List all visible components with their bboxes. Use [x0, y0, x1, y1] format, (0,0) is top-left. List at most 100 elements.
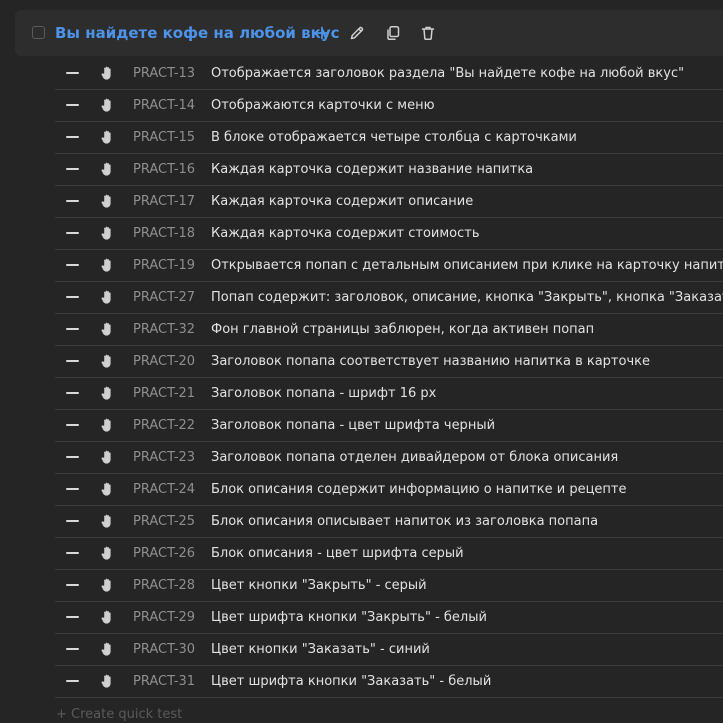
hand-icon	[99, 353, 115, 369]
test-case-title[interactable]: Цвет кнопки "Закрыть" - серый	[211, 570, 427, 601]
test-case-title[interactable]: Отображаются карточки с меню	[211, 90, 435, 121]
hand-icon	[99, 289, 115, 305]
hand-icon	[99, 449, 115, 465]
hand-icon	[99, 129, 115, 145]
test-case-title[interactable]: Заголовок попапа - цвет шрифта черный	[211, 410, 495, 441]
test-case-title[interactable]: Цвет шрифта кнопки "Закрыть" - белый	[211, 602, 487, 633]
test-case-id: PRACT-13	[133, 66, 196, 81]
test-case-title[interactable]: Каждая карточка содержит название напитк…	[211, 154, 533, 185]
test-case-id: PRACT-27	[133, 290, 196, 305]
hand-icon	[99, 225, 115, 241]
minus-icon[interactable]	[66, 680, 79, 682]
minus-icon[interactable]	[66, 264, 79, 266]
suite-checkbox[interactable]	[32, 26, 45, 39]
hand-icon	[99, 577, 115, 593]
test-case-row[interactable]: PRACT-32 Фон главной страницы заблюрен, к…	[55, 314, 723, 346]
test-case-id: PRACT-30	[133, 642, 196, 657]
hand-icon	[99, 417, 115, 433]
test-case-row[interactable]: PRACT-19 Открывается попап с детальным оп…	[55, 250, 723, 282]
suite-title[interactable]: Вы найдете кофе на любой вкус	[55, 23, 340, 43]
minus-icon[interactable]	[66, 488, 79, 490]
hand-icon	[99, 385, 115, 401]
test-case-row[interactable]: PRACT-18 Каждая карточка содержит стоимос…	[55, 218, 723, 250]
test-case-title[interactable]: Заголовок попапа соответствует названию …	[211, 346, 650, 377]
minus-icon[interactable]	[66, 72, 79, 74]
hand-icon	[99, 257, 115, 273]
test-case-id: PRACT-31	[133, 674, 196, 689]
trash-icon[interactable]	[418, 23, 438, 43]
minus-icon[interactable]	[66, 104, 79, 106]
test-case-row[interactable]: PRACT-30 Цвет кнопки "Заказать" - синий	[55, 634, 723, 666]
test-case-title[interactable]: Цвет кнопки "Заказать" - синий	[211, 634, 430, 665]
test-case-id: PRACT-29	[133, 610, 196, 625]
minus-icon[interactable]	[66, 168, 79, 170]
minus-icon[interactable]	[66, 392, 79, 394]
hand-icon	[99, 193, 115, 209]
suite-header: Вы найдете кофе на любой вкус	[15, 10, 723, 56]
minus-icon[interactable]	[66, 584, 79, 586]
test-case-row[interactable]: PRACT-20 Заголовок попапа соответствует н…	[55, 346, 723, 378]
test-case-title[interactable]: Заголовок попапа - шрифт 16 px	[211, 378, 436, 409]
test-case-row[interactable]: PRACT-27 Попап содержит: заголовок, описа…	[55, 282, 723, 314]
minus-icon[interactable]	[66, 520, 79, 522]
test-case-id: PRACT-18	[133, 226, 196, 241]
hand-icon	[99, 513, 115, 529]
test-case-row[interactable]: PRACT-28 Цвет кнопки "Закрыть" - серый	[55, 570, 723, 602]
minus-icon[interactable]	[66, 456, 79, 458]
minus-icon[interactable]	[66, 616, 79, 618]
minus-icon[interactable]	[66, 424, 79, 426]
test-case-title[interactable]: Отображается заголовок раздела "Вы найде…	[211, 58, 684, 89]
test-case-row[interactable]: PRACT-16 Каждая карточка содержит названи…	[55, 154, 723, 186]
minus-icon[interactable]	[66, 136, 79, 138]
minus-icon[interactable]	[66, 552, 79, 554]
test-case-row[interactable]: PRACT-23 Заголовок попапа отделен дивайде…	[55, 442, 723, 474]
hand-icon	[99, 673, 115, 689]
test-case-title[interactable]: Каждая карточка содержит стоимость	[211, 218, 480, 249]
minus-icon[interactable]	[66, 200, 79, 202]
test-case-row[interactable]: PRACT-14 Отображаются карточки с меню	[55, 90, 723, 122]
test-case-title[interactable]: Цвет шрифта кнопки "Заказать" - белый	[211, 666, 491, 697]
copy-icon[interactable]	[383, 23, 403, 43]
pencil-icon[interactable]	[347, 23, 367, 43]
test-case-title[interactable]: Блок описания содержит информацию о напи…	[211, 474, 627, 505]
test-case-row[interactable]: PRACT-22 Заголовок попапа - цвет шрифта ч…	[55, 410, 723, 442]
test-case-row[interactable]: PRACT-13 Отображается заголовок раздела "…	[55, 58, 723, 90]
minus-icon[interactable]	[66, 328, 79, 330]
hand-icon	[99, 481, 115, 497]
minus-icon[interactable]	[66, 648, 79, 650]
test-case-row[interactable]: PRACT-26 Блок описания - цвет шрифта серы…	[55, 538, 723, 570]
test-case-id: PRACT-19	[133, 258, 196, 273]
hand-icon	[99, 609, 115, 625]
hand-icon	[99, 65, 115, 81]
hand-icon	[99, 161, 115, 177]
test-case-id: PRACT-32	[133, 322, 196, 337]
test-case-title[interactable]: Заголовок попапа отделен дивайдером от б…	[211, 442, 618, 473]
test-case-row[interactable]: PRACT-21 Заголовок попапа - шрифт 16 px	[55, 378, 723, 410]
minus-icon[interactable]	[66, 232, 79, 234]
test-case-title[interactable]: Открывается попап с детальным описанием …	[211, 250, 723, 281]
hand-icon	[99, 641, 115, 657]
test-case-list: PRACT-13 Отображается заголовок раздела "…	[55, 58, 723, 698]
test-case-row[interactable]: PRACT-31 Цвет шрифта кнопки "Заказать" - …	[55, 666, 723, 698]
test-case-title[interactable]: Блок описания - цвет шрифта серый	[211, 538, 464, 569]
test-case-row[interactable]: PRACT-29 Цвет шрифта кнопки "Закрыть" - б…	[55, 602, 723, 634]
create-quick-test-link[interactable]: + Create quick test	[56, 707, 182, 723]
test-case-id: PRACT-22	[133, 418, 196, 433]
test-case-row[interactable]: PRACT-25 Блок описания описывает напиток …	[55, 506, 723, 538]
test-case-title[interactable]: Фон главной страницы заблюрен, когда акт…	[211, 314, 594, 345]
hand-icon	[99, 545, 115, 561]
plus-icon[interactable]	[312, 23, 332, 43]
test-case-id: PRACT-16	[133, 162, 196, 177]
hand-icon	[99, 97, 115, 113]
minus-icon[interactable]	[66, 296, 79, 298]
test-case-row[interactable]: PRACT-15 В блоке отображается четыре стол…	[55, 122, 723, 154]
test-case-row[interactable]: PRACT-17 Каждая карточка содержит описани…	[55, 186, 723, 218]
test-case-id: PRACT-23	[133, 450, 196, 465]
test-case-id: PRACT-14	[133, 98, 196, 113]
test-case-title[interactable]: Блок описания описывает напиток из загол…	[211, 506, 598, 537]
minus-icon[interactable]	[66, 360, 79, 362]
test-case-title[interactable]: В блоке отображается четыре столбца с ка…	[211, 122, 577, 153]
test-case-row[interactable]: PRACT-24 Блок описания содержит информаци…	[55, 474, 723, 506]
test-case-title[interactable]: Каждая карточка содержит описание	[211, 186, 473, 217]
test-case-title[interactable]: Попап содержит: заголовок, описание, кно…	[211, 282, 723, 313]
